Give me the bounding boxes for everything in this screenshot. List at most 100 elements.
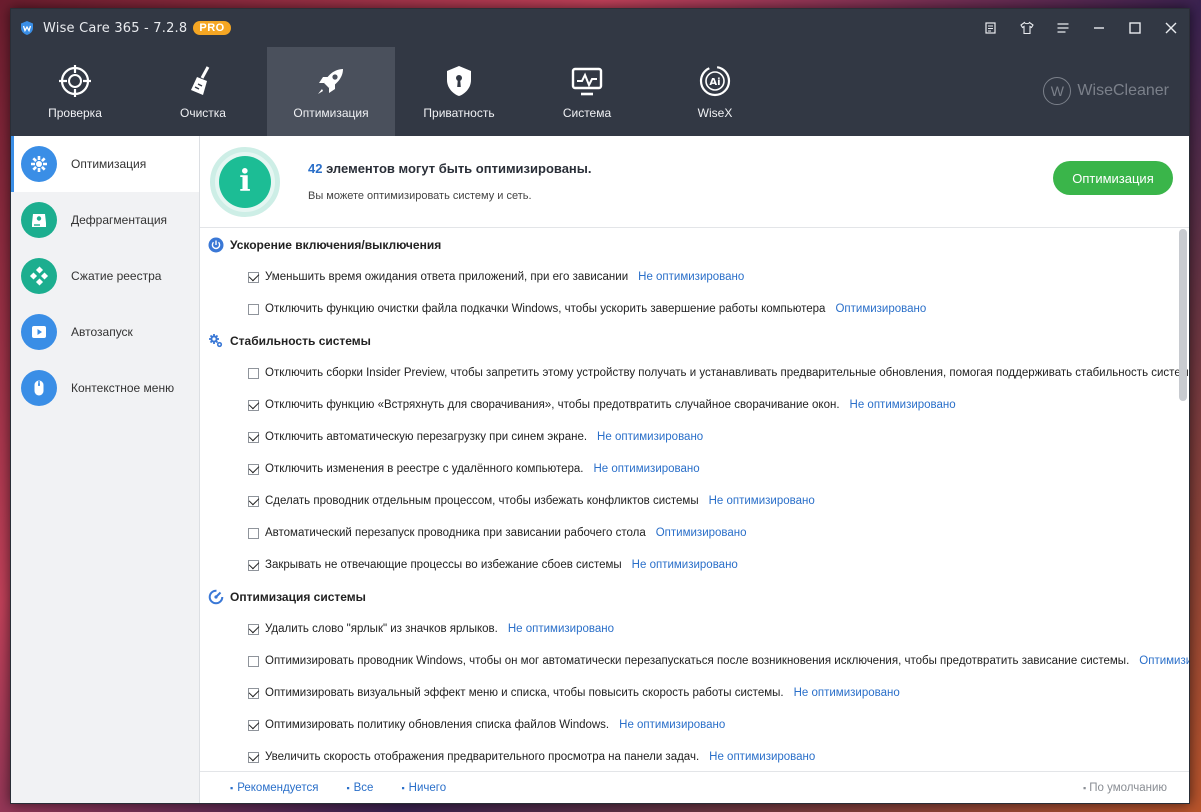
option-checkbox[interactable]	[248, 559, 259, 571]
gears-icon	[209, 334, 223, 348]
sidebar-item-registry[interactable]: Сжатие реестра	[11, 248, 199, 304]
menu-icon[interactable]	[1045, 9, 1081, 47]
option-checkbox[interactable]	[248, 655, 259, 667]
optimize-button[interactable]: Оптимизация	[1053, 161, 1173, 195]
gauge-icon	[208, 589, 224, 605]
option-row: Увеличить скорость отображения предварит…	[200, 741, 1189, 771]
recommended-link[interactable]: Рекомендуется	[230, 782, 318, 794]
option-row: Сделать проводник отдельным процессом, ч…	[200, 485, 1189, 517]
sidebar-item-label: Контекстное меню	[71, 381, 175, 395]
skin-shirt-icon[interactable]	[1009, 9, 1045, 47]
option-row: Отключить автоматическую перезагрузку пр…	[200, 421, 1189, 453]
sidebar-item-autostart[interactable]: Автозапуск	[11, 304, 199, 360]
option-checkbox[interactable]	[248, 719, 259, 731]
feedback-icon[interactable]	[973, 9, 1009, 47]
option-checkbox[interactable]	[248, 463, 259, 475]
option-checkbox[interactable]	[248, 623, 259, 635]
shield-lock-icon	[447, 65, 471, 96]
ai-icon: Ai	[699, 65, 731, 96]
select-all-link[interactable]: Все	[346, 782, 374, 794]
tab-optimize[interactable]: Оптимизация	[267, 47, 395, 136]
tab-label: Оптимизация	[293, 105, 369, 120]
option-status[interactable]: Не оптимизировано	[794, 687, 900, 699]
option-checkbox[interactable]	[248, 751, 259, 763]
option-row: Закрывать не отвечающие процессы во избе…	[200, 549, 1189, 581]
section-header-boot: Ускорение включения/выключения	[200, 229, 1189, 261]
wisecleaner-brand[interactable]: W WiseCleaner	[1043, 77, 1169, 105]
tab-wisex[interactable]: Ai WiseX	[651, 47, 779, 136]
option-checkbox[interactable]	[248, 495, 259, 507]
summary-title-text: элементов могут быть оптимизированы.	[322, 161, 592, 176]
wisecleaner-logo-icon: W	[1043, 77, 1072, 105]
info-ring: i	[210, 146, 280, 217]
option-checkbox[interactable]	[248, 431, 259, 443]
brand-name: WiseCleaner	[1077, 82, 1169, 99]
option-status[interactable]: Не оптимизировано	[619, 719, 725, 731]
monitor-icon	[571, 67, 603, 95]
summary-text: 42 элементов могут быть оптимизированы. …	[308, 161, 592, 202]
maximize-icon[interactable]	[1117, 9, 1153, 47]
option-row: Автоматический перезапуск проводника при…	[200, 517, 1189, 549]
option-status[interactable]: Не оптимизировано	[850, 399, 956, 411]
tab-label: Проверка	[48, 105, 102, 120]
option-row: Оптимизировать проводник Windows, чтобы …	[200, 645, 1189, 677]
section-header-system: Оптимизация системы	[200, 581, 1189, 613]
svg-text:Ai: Ai	[709, 77, 720, 88]
title-bar: Wise Care 365 - 7.2.8 PRO	[11, 9, 1189, 47]
sidebar-item-label: Автозапуск	[71, 325, 133, 339]
option-checkbox[interactable]	[248, 271, 259, 283]
option-status[interactable]: Оптимизир...	[1139, 655, 1189, 667]
gear-icon	[21, 146, 57, 182]
option-row: Уменьшить время ожидания ответа приложен…	[200, 261, 1189, 293]
option-text: Отключить автоматическую перезагрузку пр…	[265, 431, 588, 443]
sidebar-item-defrag[interactable]: Дефрагментация	[11, 192, 199, 248]
sidebar-item-context-menu[interactable]: Контекстное меню	[11, 360, 199, 416]
option-status[interactable]: Не оптимизировано	[632, 559, 738, 571]
tab-label: Приватность	[423, 105, 495, 120]
option-checkbox[interactable]	[248, 687, 259, 699]
option-row: Отключить функцию очистки файла подкачки…	[200, 293, 1189, 325]
select-none-link[interactable]: Ничего	[401, 782, 446, 794]
play-icon	[21, 314, 57, 350]
tab-check[interactable]: Проверка	[11, 47, 139, 136]
close-icon[interactable]	[1153, 9, 1189, 47]
option-checkbox[interactable]	[248, 399, 259, 411]
option-status[interactable]: Оптимизировано	[656, 527, 747, 539]
minimize-icon[interactable]	[1081, 9, 1117, 47]
option-status[interactable]: Не оптимизировано	[597, 431, 703, 443]
option-text: Уменьшить время ожидания ответа приложен…	[265, 271, 629, 283]
tab-system[interactable]: Система	[523, 47, 651, 136]
sidebar-item-label: Оптимизация	[71, 157, 147, 171]
option-status[interactable]: Оптимизировано	[835, 303, 926, 315]
option-status[interactable]: Не оптимизировано	[594, 463, 700, 475]
sidebar-item-label: Дефрагментация	[71, 213, 168, 227]
tab-label: WiseX	[697, 105, 733, 120]
option-checkbox[interactable]	[248, 367, 259, 379]
option-text: Отключить изменения в реестре с удалённо…	[265, 463, 584, 475]
option-row: Удалить слово "ярлык" из значков ярлыков…	[200, 613, 1189, 645]
section-header-stability: Стабильность системы	[200, 325, 1189, 357]
option-text: Оптимизировать проводник Windows, чтобы …	[265, 655, 1130, 667]
info-icon: i	[219, 155, 271, 208]
power-icon	[208, 237, 224, 253]
summary-panel: i 42 элементов могут быть оптимизированы…	[200, 136, 1189, 228]
option-checkbox[interactable]	[248, 303, 259, 315]
tab-privacy[interactable]: Приватность	[395, 47, 523, 136]
option-status[interactable]: Не оптимизировано	[709, 751, 815, 763]
option-status[interactable]: Не оптимизировано	[709, 495, 815, 507]
option-text: Отключить функцию очистки файла подкачки…	[265, 303, 826, 315]
scrollbar[interactable]	[1179, 229, 1187, 401]
main-panel: i 42 элементов могут быть оптимизированы…	[200, 136, 1189, 803]
broom-icon	[191, 65, 210, 95]
window-title: Wise Care 365 - 7.2.8	[43, 20, 188, 36]
optimization-list: Ускорение включения/выключения Уменьшить…	[200, 229, 1189, 771]
option-text: Оптимизировать визуальный эффект меню и …	[265, 687, 784, 699]
option-status[interactable]: Не оптимизировано	[508, 623, 614, 635]
option-status[interactable]: Не оптимизировано	[638, 271, 744, 283]
option-checkbox[interactable]	[248, 527, 259, 539]
sidebar-item-optimization[interactable]: Оптимизация	[11, 136, 199, 192]
tab-clean[interactable]: Очистка	[139, 47, 267, 136]
option-text: Увеличить скорость отображения предварит…	[265, 751, 700, 763]
option-row: Отключить функцию «Встряхнуть для сворач…	[200, 389, 1189, 421]
default-link[interactable]: По умолчанию	[1083, 782, 1167, 794]
